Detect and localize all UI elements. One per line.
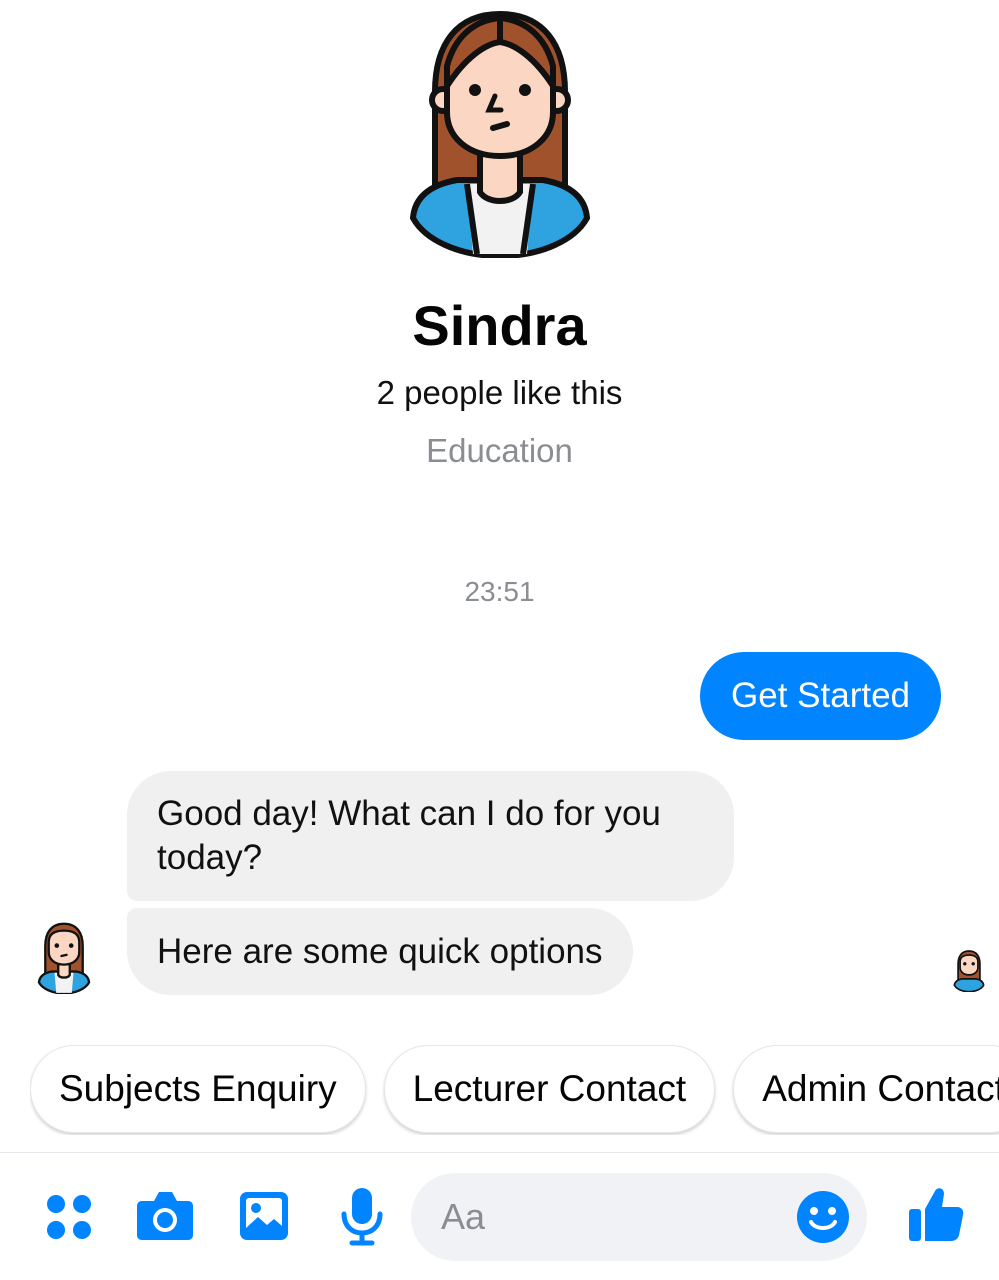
quick-replies: Subjects Enquiry Lecturer Contact Admin Co… — [30, 1045, 999, 1135]
seen-indicator-avatar — [953, 950, 985, 992]
page-likes: 2 people like this — [376, 374, 623, 411]
page-category: Education — [426, 432, 573, 469]
quick-reply-admin-contact[interactable]: Admin Contact — [733, 1045, 999, 1133]
gallery-icon[interactable] — [238, 1190, 290, 1242]
camera-icon[interactable] — [136, 1189, 194, 1241]
quick-reply-lecturer-contact[interactable]: Lecturer Contact — [383, 1045, 716, 1133]
page-name: Sindra — [412, 294, 587, 357]
profile-avatar — [409, 10, 591, 258]
more-actions-icon[interactable] — [45, 1193, 93, 1241]
microphone-icon[interactable] — [340, 1186, 384, 1246]
quick-reply-subjects-enquiry[interactable]: Subjects Enquiry — [30, 1045, 366, 1133]
message-timestamp: 23:51 — [464, 576, 535, 607]
emoji-icon[interactable] — [796, 1190, 850, 1244]
incoming-message[interactable]: Here are some quick options — [127, 908, 633, 995]
message-composer — [0, 1153, 999, 1280]
thumbs-up-icon[interactable] — [907, 1185, 965, 1243]
sender-avatar[interactable] — [36, 922, 92, 994]
outgoing-message[interactable]: Get Started — [700, 652, 941, 740]
incoming-message[interactable]: Good day! What can I do for you today? — [127, 771, 734, 901]
